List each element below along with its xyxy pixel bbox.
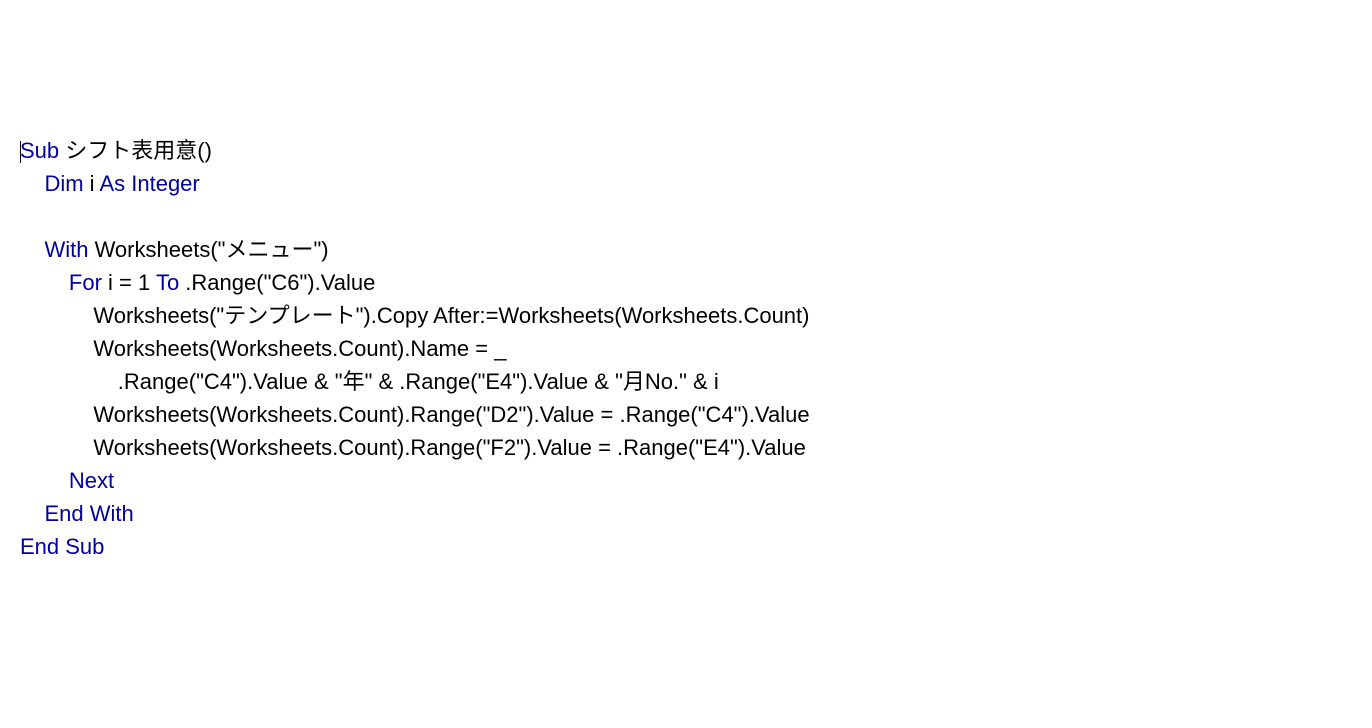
indent xyxy=(20,336,93,361)
indent xyxy=(20,270,69,295)
indent xyxy=(20,303,93,328)
indent xyxy=(20,171,44,196)
code-line-12: End With xyxy=(20,497,1372,530)
code-text: Worksheets(Worksheets.Count).Range("D2")… xyxy=(93,402,809,427)
code-line-7: Worksheets(Worksheets.Count).Name = _ xyxy=(20,332,1372,365)
indent xyxy=(20,435,93,460)
keyword-sub: Sub xyxy=(20,138,59,163)
indent xyxy=(20,402,93,427)
code-line-2: Dim i As Integer xyxy=(20,167,1372,200)
code-text: Worksheets(Worksheets.Count).Name = _ xyxy=(93,336,506,361)
code-line-13: End Sub xyxy=(20,530,1372,563)
code-line-9: Worksheets(Worksheets.Count).Range("D2")… xyxy=(20,398,1372,431)
code-text: .Range("C6").Value xyxy=(179,270,375,295)
indent xyxy=(20,369,118,394)
code-text: .Range("C4").Value & "年" & .Range("E4").… xyxy=(118,369,719,394)
keyword-next: Next xyxy=(69,468,114,493)
code-line-6: Worksheets("テンプレート").Copy After:=Workshe… xyxy=(20,299,1372,332)
code-line-4: With Worksheets("メニュー") xyxy=(20,233,1372,266)
code-text: i = 1 xyxy=(102,270,156,295)
keyword-end-with: End With xyxy=(44,501,133,526)
code-text: Worksheets(Worksheets.Count).Range("F2")… xyxy=(93,435,806,460)
keyword-dim: Dim xyxy=(44,171,83,196)
indent xyxy=(20,501,44,526)
code-line-10: Worksheets(Worksheets.Count).Range("F2")… xyxy=(20,431,1372,464)
code-text: Worksheets("テンプレート").Copy After:=Workshe… xyxy=(93,303,809,328)
code-line-11: Next xyxy=(20,464,1372,497)
keyword-for: For xyxy=(69,270,102,295)
code-line-3 xyxy=(20,200,1372,233)
keyword-as-integer: As Integer xyxy=(99,171,199,196)
keyword-with: With xyxy=(44,237,88,262)
code-line-1: Sub シフト表用意() xyxy=(20,134,1372,167)
keyword-to: To xyxy=(156,270,179,295)
code-text: i xyxy=(84,171,100,196)
code-text: シフト表用意() xyxy=(59,138,212,163)
code-text: Worksheets("メニュー") xyxy=(88,237,328,262)
code-line-8: .Range("C4").Value & "年" & .Range("E4").… xyxy=(20,365,1372,398)
code-editor[interactable]: Sub シフト表用意() Dim i As Integer With Works… xyxy=(20,134,1372,563)
indent xyxy=(20,237,44,262)
code-line-5: For i = 1 To .Range("C6").Value xyxy=(20,266,1372,299)
keyword-end-sub: End Sub xyxy=(20,534,104,559)
indent xyxy=(20,468,69,493)
